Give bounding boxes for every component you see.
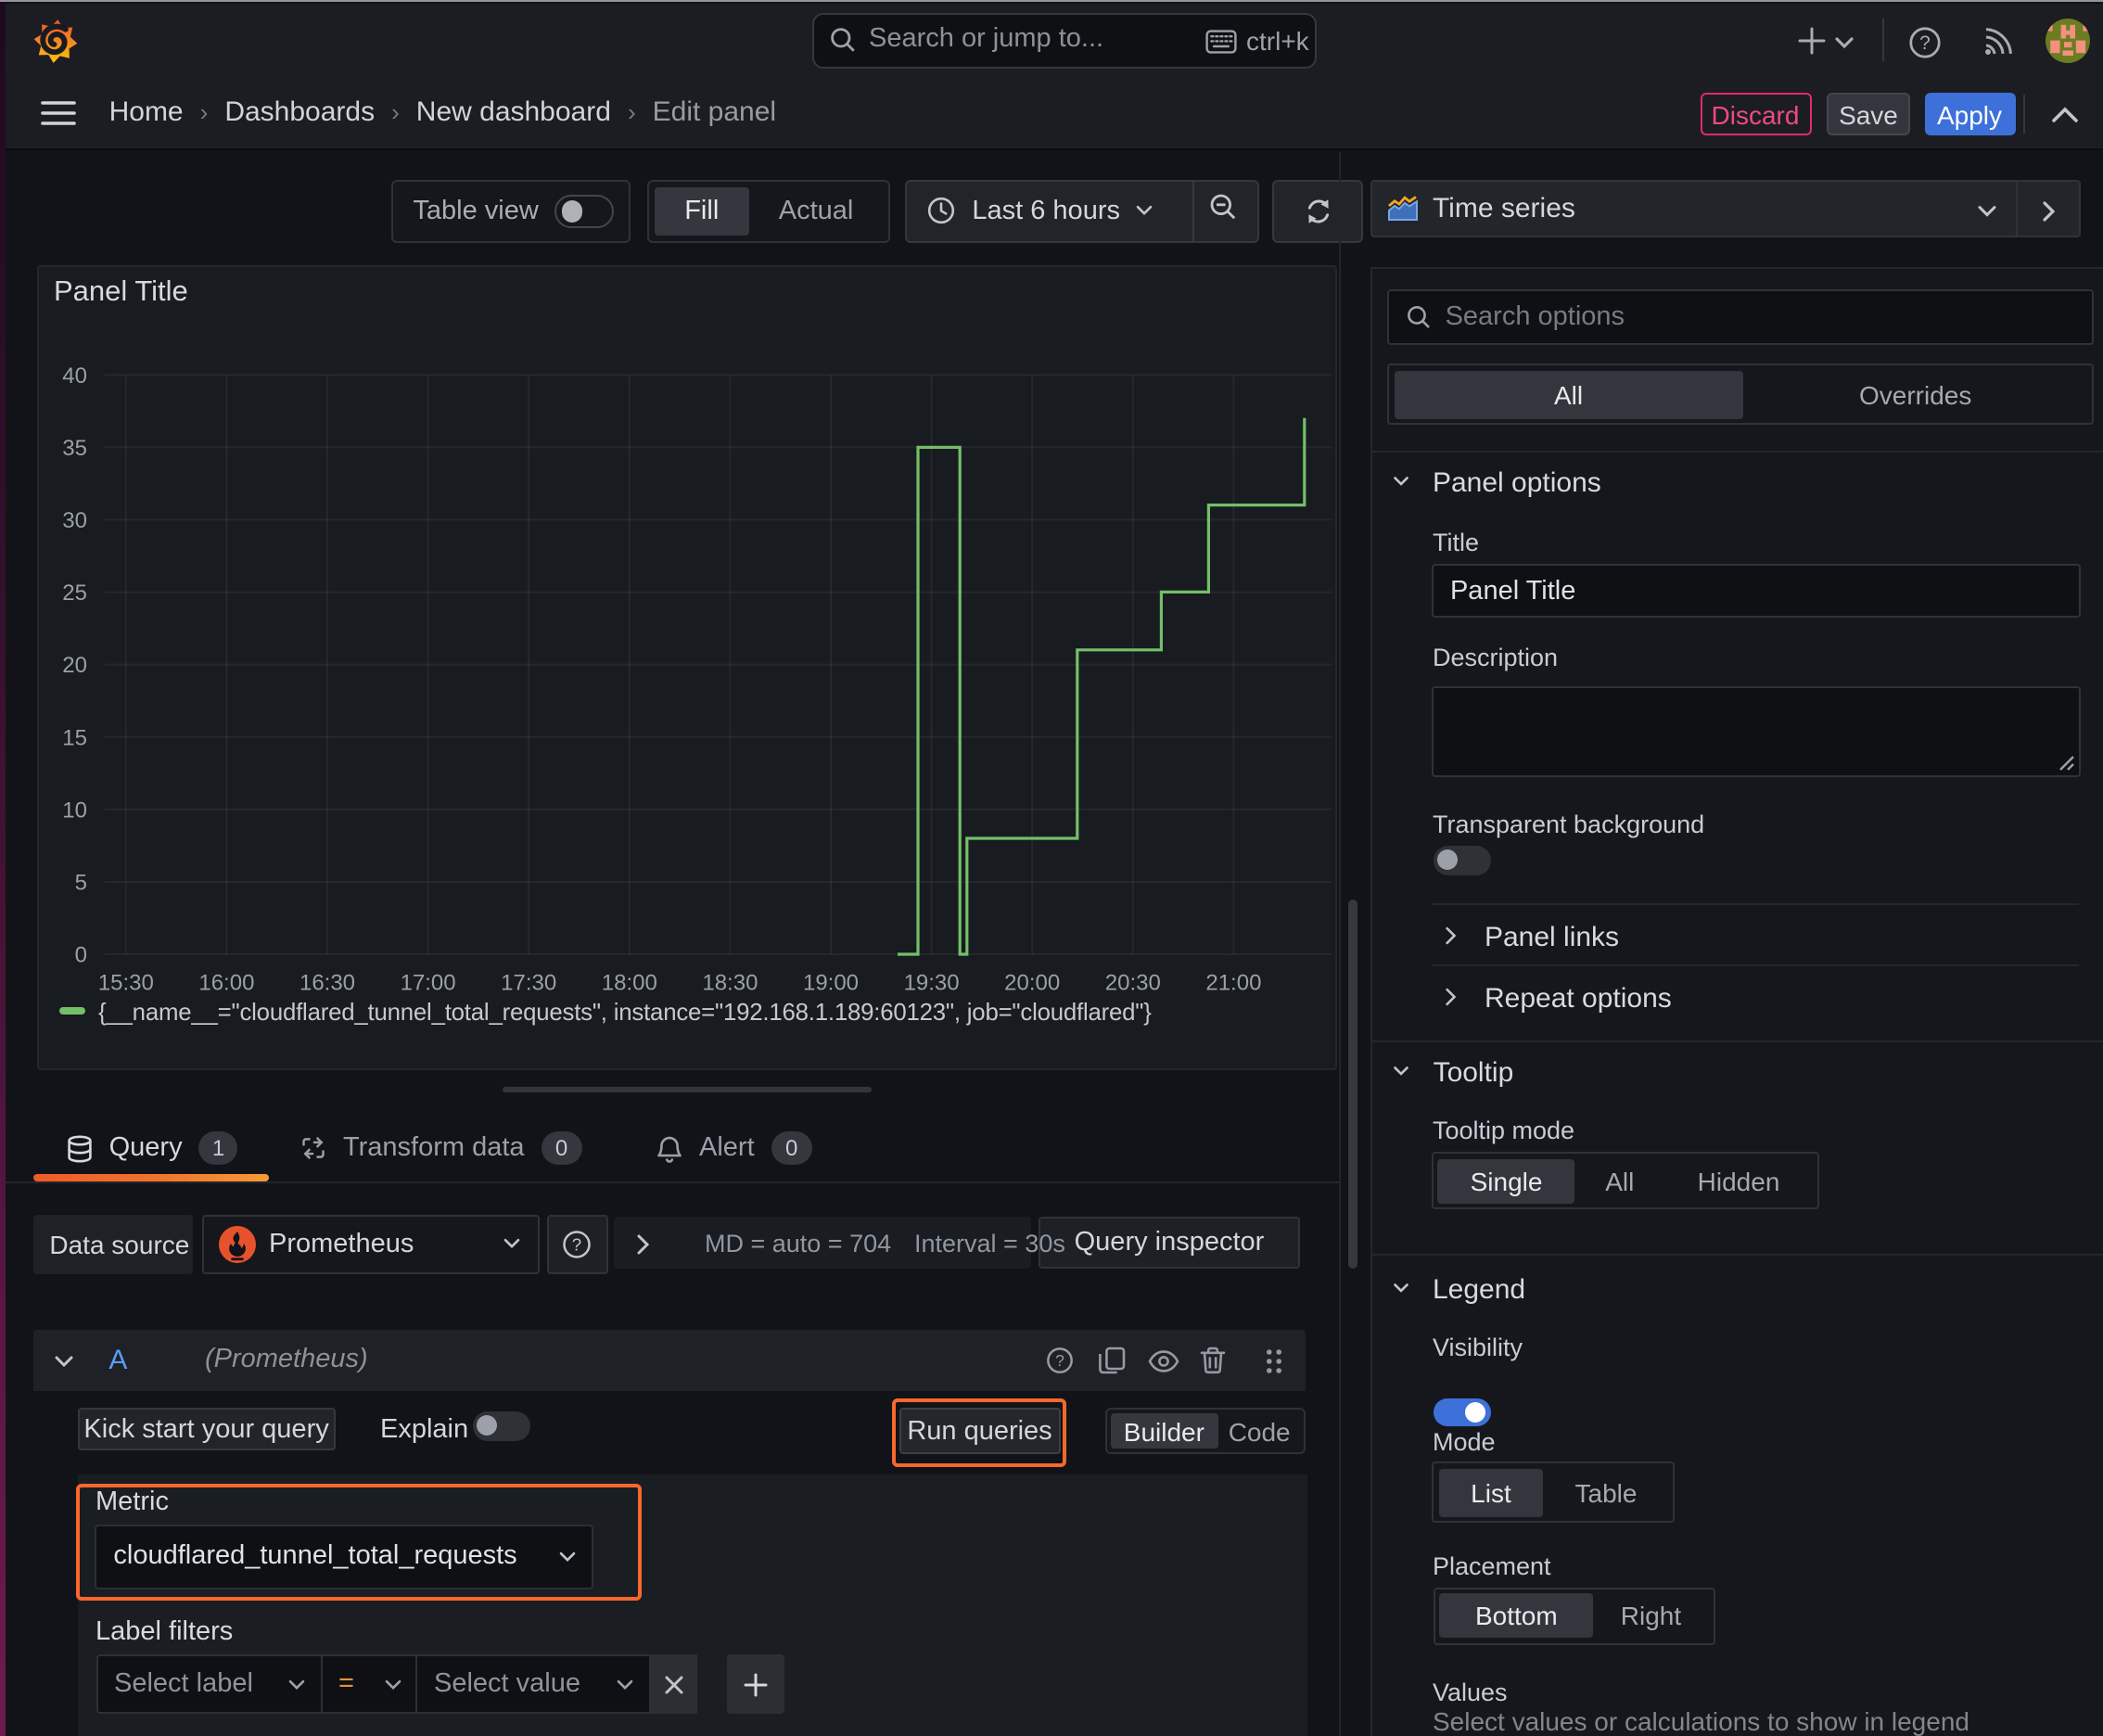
- svg-text:17:30: 17:30: [501, 970, 556, 995]
- svg-text:20:00: 20:00: [1004, 970, 1060, 995]
- svg-text:30: 30: [62, 507, 87, 532]
- svg-text:20: 20: [62, 652, 87, 677]
- svg-text:17:00: 17:00: [401, 970, 456, 995]
- svg-text:15: 15: [62, 724, 87, 749]
- svg-text:10: 10: [62, 797, 87, 822]
- svg-text:25: 25: [62, 580, 87, 605]
- svg-text:15:30: 15:30: [98, 970, 154, 995]
- svg-text:16:30: 16:30: [300, 970, 355, 995]
- svg-text:?: ?: [1919, 32, 1931, 53]
- svg-text:0: 0: [75, 942, 87, 967]
- svg-text:16:00: 16:00: [198, 970, 254, 995]
- svg-text:35: 35: [62, 435, 87, 460]
- svg-text:18:00: 18:00: [602, 970, 657, 995]
- svg-text:?: ?: [1055, 1351, 1064, 1370]
- svg-text:20:30: 20:30: [1105, 970, 1161, 995]
- svg-text:5: 5: [75, 870, 87, 895]
- svg-text:19:00: 19:00: [803, 970, 859, 995]
- svg-text:19:30: 19:30: [904, 970, 960, 995]
- svg-text:?: ?: [572, 1234, 581, 1254]
- svg-text:21:00: 21:00: [1205, 970, 1261, 995]
- svg-text:40: 40: [62, 363, 87, 388]
- svg-text:18:30: 18:30: [702, 970, 758, 995]
